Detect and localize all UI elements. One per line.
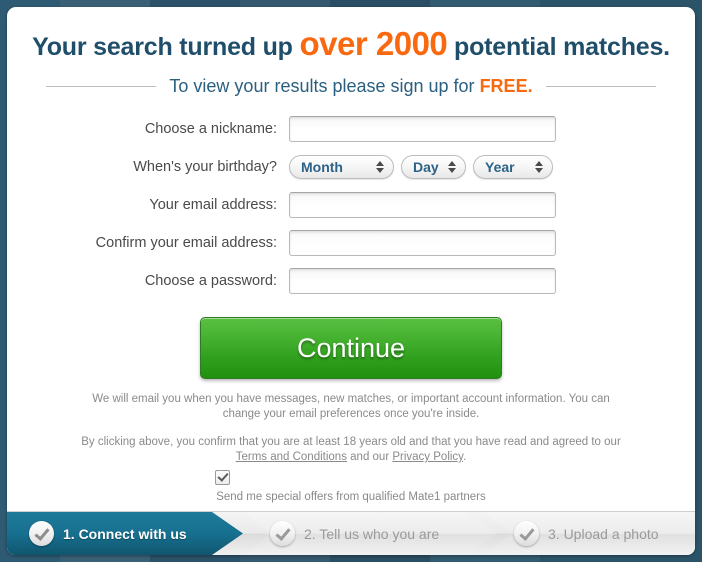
subheadline-highlight: FREE. [479,76,533,96]
privacy-policy-link[interactable]: Privacy Policy [392,451,463,463]
rule-left [46,86,157,87]
chevron-updown-icon [535,160,544,174]
headline-highlight: over 2000 [299,25,448,62]
terms-notice-text: By clicking above, you confirm that you … [7,435,695,465]
continue-button[interactable]: Continue [200,317,502,379]
signup-step-bar: 1. Connect with us 2. Tell us who you ar… [7,511,695,555]
step-label-2: 2. Tell us who you are [304,525,440,542]
page-headline: Your search turned up over 2000 potentia… [7,7,695,63]
email-confirm-input[interactable] [289,230,556,256]
label-email-confirm: Confirm your email address: [95,235,277,251]
terms-part3: . [463,451,467,463]
label-birthday: When's your birthday? [133,159,277,175]
terms-and-conditions-link[interactable]: Terms and Conditions [236,451,347,463]
optin-label: Send me special offers from qualified Ma… [216,491,486,503]
step-label-1: 1. Connect with us [63,525,187,542]
step-item-upload-a-photo[interactable]: 3. Upload a photo [484,512,695,555]
birthday-month-select[interactable]: Month [289,155,394,179]
subheadline-text: To view your results please sign up for [169,76,480,96]
optin-checkbox[interactable] [214,470,230,486]
terms-part2: and our [346,451,393,463]
continue-button-wrap: Continue [7,317,695,379]
birthday-month-value: Month [301,159,343,175]
signup-form: Choose a nickname: When's your birthday?… [7,114,695,503]
birthday-select-group: Month Day Year [289,155,553,179]
label-email: Your email address: [149,197,277,213]
form-row-password: Choose a password: [7,266,695,296]
subheadline-row: To view your results please sign up for … [7,76,695,97]
form-row-email-confirm: Confirm your email address: [7,228,695,258]
chevron-updown-icon [376,160,385,174]
rule-right [545,86,656,87]
label-password: Choose a password: [144,273,277,289]
nickname-input[interactable] [289,116,556,142]
step-label-3: 3. Upload a photo [548,525,659,542]
subheadline: To view your results please sign up for … [156,76,545,97]
form-row-email: Your email address: [7,190,695,220]
form-row-nickname: Choose a nickname: [7,114,695,144]
birthday-day-select[interactable]: Day [401,155,466,179]
step-item-connect-with-us[interactable]: 1. Connect with us [7,512,243,555]
terms-part1: By clicking above, you confirm that you … [81,436,621,448]
step-item-tell-us-who-you-are[interactable]: 2. Tell us who you are [244,512,496,555]
check-icon [270,521,295,546]
check-icon [514,521,539,546]
birthday-day-value: Day [413,159,439,175]
optin-row: Send me special offers from qualified Ma… [7,469,695,503]
chevron-updown-icon [448,160,457,174]
headline-suffix: potential matches. [447,33,670,61]
check-icon [29,521,54,546]
label-nickname: Choose a nickname: [144,121,277,137]
signup-card: Your search turned up over 2000 potentia… [7,7,695,555]
headline-prefix: Your search turned up [32,33,300,61]
email-notice-text: We will email you when you have messages… [92,393,610,420]
email-input[interactable] [289,192,556,218]
birthday-year-select[interactable]: Year [473,155,553,179]
birthday-year-value: Year [485,159,515,175]
form-row-birthday: When's your birthday? Month Day Year [7,152,695,182]
password-input[interactable] [289,268,556,294]
